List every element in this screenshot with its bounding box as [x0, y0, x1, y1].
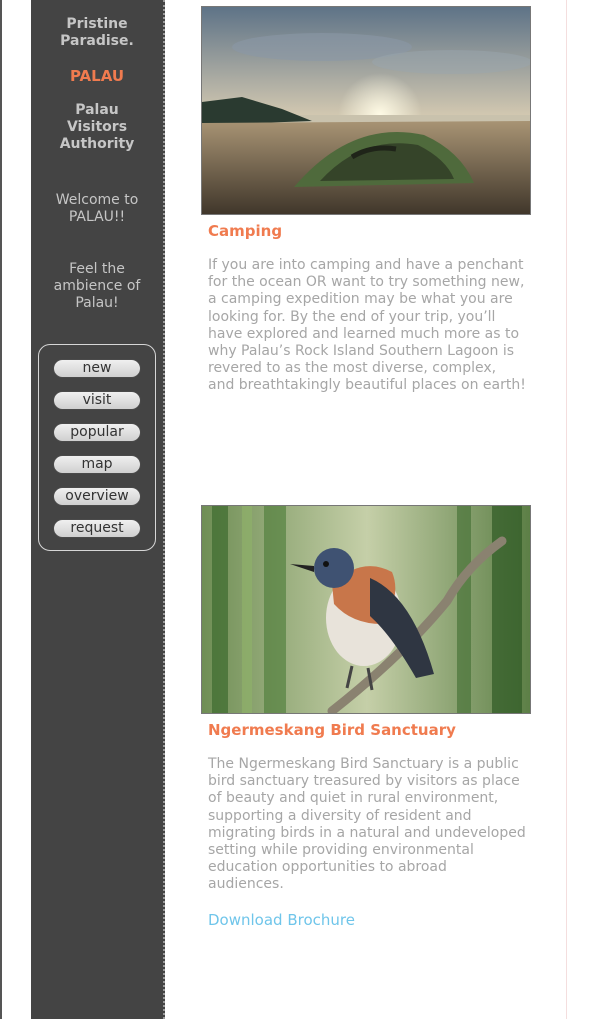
bird-sanctuary-photo	[201, 505, 531, 714]
tagline-line-2: Paradise.	[60, 33, 134, 49]
nav-menu: new visit popular map overview request	[38, 344, 156, 551]
nav-button-visit[interactable]: visit	[53, 391, 141, 410]
welcome-line-2: PALAU!!	[68, 209, 126, 225]
page-right-border	[566, 0, 567, 1019]
tagline: Pristine Paradise.	[31, 16, 163, 50]
ambience-line-2: ambience of	[53, 278, 141, 294]
authority-line-3: Authority	[59, 136, 135, 152]
sidebar: Pristine Paradise. PALAU Palau Visitors …	[31, 0, 165, 1019]
download-brochure-link[interactable]: Download Brochure	[208, 911, 355, 929]
camping-photo	[201, 6, 531, 215]
bird-sanctuary-title: Ngermeskang Bird Sanctuary	[208, 721, 456, 739]
nav-button-popular[interactable]: popular	[53, 423, 141, 442]
ambience-line-1: Feel the	[69, 261, 125, 277]
welcome-line-1: Welcome to	[55, 192, 139, 208]
page-left-border	[0, 0, 2, 1019]
nav-button-new[interactable]: new	[53, 359, 141, 378]
nav-button-overview[interactable]: overview	[53, 487, 141, 506]
tagline-line-1: Pristine	[66, 16, 128, 32]
nav-button-map[interactable]: map	[53, 455, 141, 474]
nav-button-request[interactable]: request	[53, 519, 141, 538]
camping-title: Camping	[208, 222, 283, 240]
authority-line-1: Palau	[75, 102, 119, 118]
destination-label: PALAU	[69, 67, 125, 85]
camping-description: If you are into camping and have a pench…	[208, 257, 526, 394]
ambience-message: Feel the ambience of Palau!	[31, 261, 163, 312]
ambience-line-3: Palau!	[75, 295, 119, 311]
authority-name: Palau Visitors Authority	[31, 102, 163, 153]
authority-line-2: Visitors	[66, 119, 128, 135]
bird-sanctuary-description: The Ngermeskang Bird Sanctuary is a publ…	[208, 756, 526, 893]
welcome-message: Welcome to PALAU!!	[31, 192, 163, 226]
